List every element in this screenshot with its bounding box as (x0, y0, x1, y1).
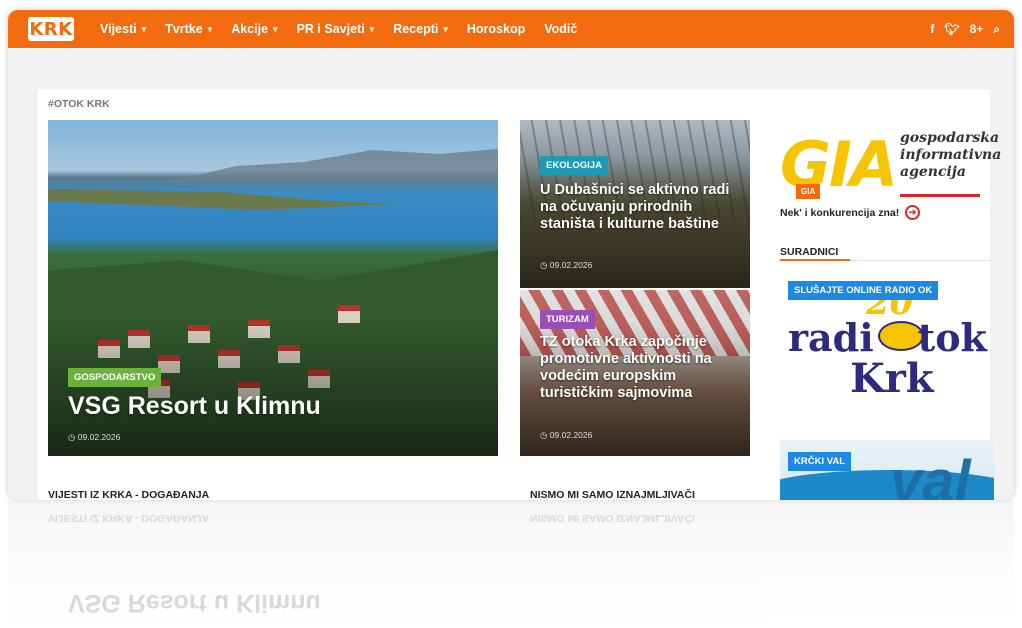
chevron-down-icon: ▾ (273, 23, 278, 34)
gia-logo[interactable]: GIA GIA (780, 130, 898, 200)
nav-item-akcije[interactable]: Akcije ▾ (231, 22, 277, 36)
category-badge[interactable]: GOSPODARSTVO (68, 368, 162, 387)
radio-logo-text: radi tok (788, 315, 987, 360)
nav-label: Vijesti (100, 22, 137, 36)
browser-page: KRK Vijesti ▾ Tvrtke ▾ Akcije ▾ PR i Savjet… (8, 10, 1014, 500)
nav-item-horoskop[interactable]: Horoskop (467, 22, 525, 36)
google-plus-icon[interactable]: 8+ (970, 22, 984, 36)
gia-badge: GIA (796, 184, 821, 199)
page-reflection: VIJESTI IZ KRKA - DOGAĐANJA NISMO MI SAM… (8, 500, 1014, 628)
chevron-down-icon: ▾ (443, 23, 448, 34)
nav-item-vijesti[interactable]: Vijesti ▾ (100, 22, 146, 36)
sidebar: GIA GIA gospodarska informativna agencij… (772, 90, 1001, 500)
article-date: ◷ 09.02.2026 (68, 432, 121, 442)
search-icon[interactable]: ⌕ (993, 22, 1000, 37)
nav-label: Recepti (393, 22, 439, 36)
article-date: ◷ 09.02.2026 (540, 430, 593, 440)
arrow-right-icon: ➔ (905, 205, 921, 220)
facebook-icon[interactable]: f (930, 22, 934, 36)
chevron-down-icon: ▾ (369, 23, 375, 34)
category-badge[interactable]: TURIZAM (540, 310, 595, 329)
radio-badge[interactable]: SLUŠAJTE ONLINE RADIO OK (788, 281, 939, 300)
hero-image-land (48, 189, 398, 210)
nav-item-vodic[interactable]: Vodič (544, 22, 577, 36)
hero-article[interactable]: GOSPODARSTVO VSG Resort u Klimnu ◷ 09.02… (48, 120, 498, 456)
article-title[interactable]: TZ otoka Krka započinje promotivne aktiv… (540, 334, 740, 402)
section-heading-suradnici: SURADNICI (780, 246, 839, 258)
article-card[interactable]: TURIZAM TZ otoka Krka započinje promotiv… (520, 290, 750, 456)
krcki-val-banner[interactable]: val KRČKI VAL (780, 440, 994, 500)
top-navbar: KRK Vijesti ▾ Tvrtke ▾ Akcije ▾ PR i Savjet… (8, 10, 1014, 48)
radio-otok-krk-banner[interactable]: 20 radi tok Krk SLUŠAJTE ONLINE RADIO OK (780, 275, 994, 425)
article-date: ◷ 09.02.2026 (540, 260, 593, 270)
val-logo: val (890, 449, 971, 500)
section-heading-vijesti[interactable]: VIJESTI IZ KRKA - DOGAĐANJA (48, 489, 209, 500)
nav-label: Akcije (231, 22, 269, 36)
radio-logo-krk: Krk (850, 355, 934, 402)
main-nav: Vijesti ▾ Tvrtke ▾ Akcije ▾ PR i Savjeti ▾ R… (100, 22, 596, 36)
section-tag: #OTOK KRK (48, 98, 110, 110)
nav-item-recepti[interactable]: Recepti ▾ (393, 22, 448, 36)
nav-label: Tvrtke (165, 22, 203, 36)
social-links: f 🐦︎ 8+ ⌕ (930, 10, 1000, 48)
nav-label: Horoskop (466, 22, 526, 36)
site-logo-text: KRK (29, 18, 73, 40)
gia-agency-name: gospodarska informativna agencija (900, 130, 1002, 180)
gia-slogan[interactable]: Nek' i konkurencija zna! ➔ (780, 205, 921, 220)
main-content: #OTOK KRK GOSPODARSTVO VSG Resort u Klim… (38, 90, 1001, 500)
hero-title[interactable]: VSG Resort u Klimnu (68, 392, 321, 421)
site-logo[interactable]: KRK (28, 17, 74, 41)
article-card[interactable]: EKOLOGIJA U Dubašnici se aktivno radi na… (520, 120, 750, 288)
nav-item-tvrtke[interactable]: Tvrtke ▾ (165, 22, 212, 36)
article-title[interactable]: U Dubašnici se aktivno radi na očuvanju … (540, 182, 740, 233)
hero-image-mountains (168, 148, 498, 182)
val-badge[interactable]: KRČKI VAL (788, 452, 852, 471)
chevron-down-icon: ▾ (141, 23, 147, 34)
twitter-icon[interactable]: 🐦︎ (944, 22, 959, 36)
category-badge[interactable]: EKOLOGIJA (540, 156, 608, 175)
chevron-down-icon: ▾ (207, 23, 213, 34)
nav-label: Vodič (544, 22, 578, 36)
nav-label: PR i Savjeti (296, 22, 365, 36)
section-heading-iznajmljivaci[interactable]: NISMO MI SAMO IZNAJMLJIVAČI (530, 489, 695, 500)
nav-item-pr-savjeti[interactable]: PR i Savjeti ▾ (297, 22, 375, 36)
